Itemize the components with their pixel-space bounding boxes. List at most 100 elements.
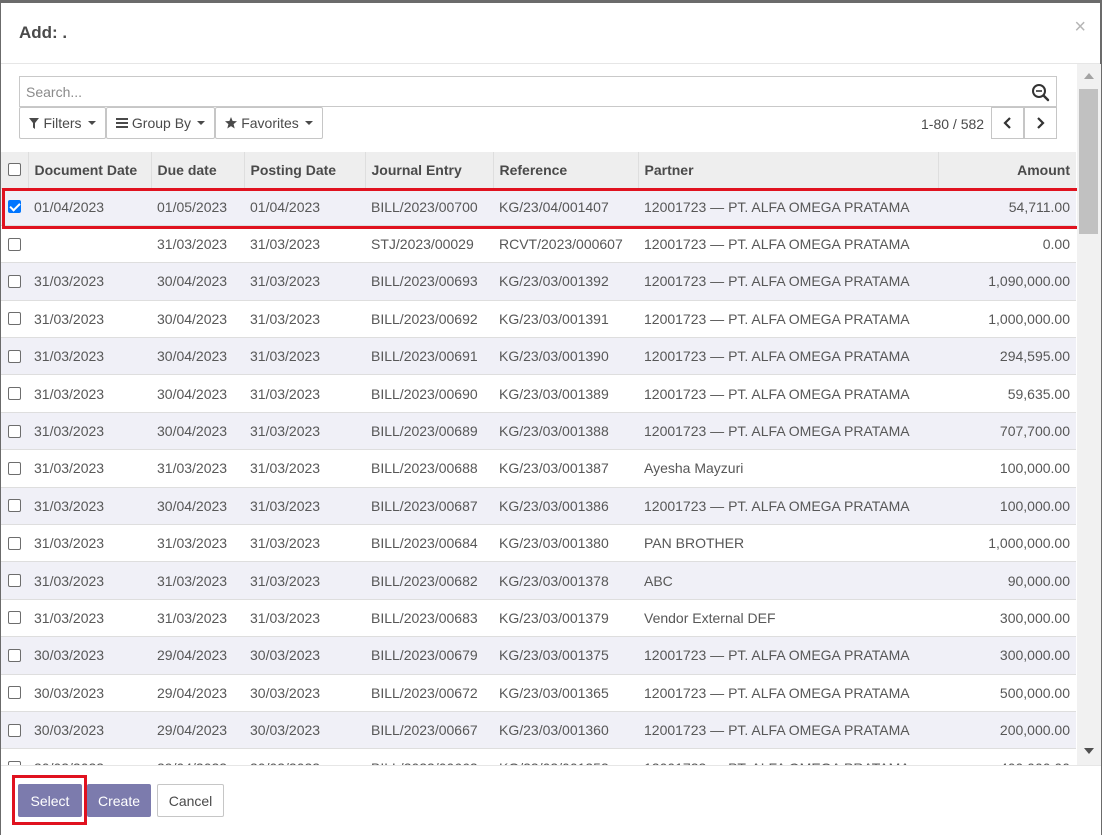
table-row[interactable]: 31/03/2023 30/04/2023 31/03/2023 BILL/2023/…: [1, 262, 1076, 301]
row-checkbox-cell: [1, 450, 28, 487]
cell-posting-date: 31/03/2023: [250, 609, 321, 626]
scroll-down-icon[interactable]: [1084, 748, 1094, 754]
row-checkbox[interactable]: [8, 686, 21, 700]
cell-document-date: 31/03/2023: [34, 497, 105, 514]
row-checkbox[interactable]: [8, 424, 21, 438]
row-checkbox[interactable]: [8, 461, 21, 475]
cell-amount: 54,711.00: [1008, 198, 1070, 215]
table-row[interactable]: 30/03/202329/04/202330/03/2023BILL/2023/…: [1, 748, 1076, 765]
column-header-reference[interactable]: Reference: [493, 152, 639, 188]
row-checkbox[interactable]: [8, 200, 21, 214]
row-checkbox-cell: [1, 749, 28, 765]
cell-reference: KG/23/03/001360: [499, 722, 609, 739]
pager-value[interactable]: 1-80 / 582: [921, 116, 984, 132]
row-checkbox[interactable]: [8, 349, 21, 363]
vertical-scrollbar[interactable]: [1077, 64, 1101, 766]
search-input[interactable]: [20, 77, 1056, 106]
column-header-partner[interactable]: Partner: [638, 152, 939, 188]
row-checkbox[interactable]: [8, 387, 21, 401]
cell-partner: 12001723 — PT. ALFA OMEGA PRATAMA: [644, 385, 910, 402]
select-button[interactable]: Select: [18, 784, 82, 817]
select-all-cell: [1, 152, 29, 188]
row-checkbox[interactable]: [8, 648, 21, 662]
cell-posting-date: 31/03/2023: [250, 423, 321, 440]
table-row[interactable]: 31/03/2023 30/04/2023 31/03/2023 BILL/2023/…: [1, 300, 1076, 338]
table-row[interactable]: 31/03/2023 31/03/2023 31/03/2023 BILL/2023/…: [1, 599, 1076, 637]
close-icon[interactable]: ×: [1074, 17, 1086, 37]
cell-document-date: 31/03/2023: [34, 273, 105, 290]
cell-journal-entry: STJ/2023/00029: [371, 236, 474, 253]
table-row[interactable]: 31/03/2023 30/04/2023 31/03/2023 BILL/2023/…: [1, 337, 1076, 375]
cell-reference: KG/23/03/001392: [499, 273, 609, 290]
cell-partner: 12001723 — PT. ALFA OMEGA PRATAMA: [644, 273, 910, 290]
row-checkbox[interactable]: [8, 611, 21, 625]
cell-partner: 12001723 — PT. ALFA OMEGA PRATAMA: [644, 236, 910, 253]
scrollbar-thumb[interactable]: [1079, 89, 1098, 234]
caret-down-icon: [87, 121, 96, 125]
table-row[interactable]: 31/03/2023 31/03/2023 31/03/2023 BILL/2023/…: [1, 561, 1076, 600]
filters-label: Filters: [43, 115, 82, 131]
create-button[interactable]: Create: [87, 784, 151, 817]
table-body: 01/04/2023 01/05/2023 01/04/2023 BILL/2023/…: [1, 188, 1076, 765]
group-by-button[interactable]: Group By: [106, 107, 215, 139]
cell-document-date: 31/03/2023: [34, 310, 105, 327]
select-all-checkbox[interactable]: [8, 163, 21, 177]
cell-posting-date: 31/03/2023: [250, 273, 321, 290]
table-row[interactable]: 31/03/2023 30/04/2023 31/03/2023 BILL/2023/…: [1, 412, 1076, 450]
cell-partner: 12001723 — PT. ALFA OMEGA PRATAMA: [644, 198, 910, 215]
cell-posting-date: 31/03/2023: [250, 497, 321, 514]
filters-button[interactable]: Filters: [19, 107, 106, 139]
search-icon[interactable]: [1031, 83, 1050, 105]
row-checkbox-cell: [1, 562, 28, 599]
cell-reference: KG/23/03/001386: [499, 497, 609, 514]
cell-document-date: 31/03/2023: [34, 535, 105, 552]
row-checkbox-cell: [1, 525, 28, 562]
row-checkbox[interactable]: [8, 237, 21, 251]
cell-due-date: 31/03/2023: [157, 236, 228, 253]
table-row[interactable]: 31/03/2023 31/03/2023 31/03/2023 BILL/2023/…: [1, 524, 1076, 562]
row-checkbox-cell: [1, 599, 28, 636]
row-checkbox[interactable]: [8, 274, 21, 288]
table-row[interactable]: 30/03/202329/04/202330/03/2023BILL/2023/…: [1, 711, 1076, 749]
cell-reference: KG/23/03/001353: [493, 749, 638, 765]
column-header-journal-entry[interactable]: Journal Entry: [365, 152, 494, 188]
column-header-amount[interactable]: Amount: [938, 152, 1076, 188]
row-checkbox[interactable]: [8, 574, 21, 588]
cell-posting-date: 31/03/2023: [250, 535, 321, 552]
scroll-up-icon[interactable]: [1084, 73, 1094, 79]
cell-posting-date: 30/03/2023: [250, 722, 321, 739]
column-header-due-date[interactable]: Due date: [151, 152, 245, 188]
table-row[interactable]: 31/03/2023 30/04/2023 31/03/2023 BILL/2023/…: [1, 374, 1076, 413]
cell-partner: 12001723 — PT. ALFA OMEGA PRATAMA: [644, 348, 910, 365]
table-row[interactable]: 31/03/2023 30/04/2023 31/03/2023 BILL/2023/…: [1, 487, 1076, 525]
cancel-button[interactable]: Cancel: [157, 784, 224, 817]
cell-due-date: 29/04/2023: [157, 722, 228, 739]
row-checkbox-cell: [1, 300, 28, 337]
column-header-document-date[interactable]: Document Date: [28, 152, 152, 188]
row-checkbox[interactable]: [8, 536, 21, 550]
cell-journal-entry: BILL/2023/00682: [371, 572, 478, 589]
cell-journal-entry: BILL/2023/00700: [371, 198, 478, 215]
row-checkbox[interactable]: [8, 499, 21, 513]
row-checkbox[interactable]: [8, 312, 21, 326]
pager-previous-button[interactable]: [991, 107, 1024, 139]
cell-amount: 200,000.00: [999, 722, 1070, 739]
cell-due-date: 30/04/2023: [157, 348, 228, 365]
cell-due-date: 31/03/2023: [157, 609, 228, 626]
table-row[interactable]: 31/03/2023 31/03/2023 STJ/2023/00029 RCVT/2…: [1, 225, 1076, 263]
row-checkbox[interactable]: [8, 723, 21, 737]
table-row[interactable]: 30/03/202329/04/202330/03/2023BILL/2023/…: [1, 674, 1076, 712]
table-row[interactable]: 31/03/2023 31/03/2023 31/03/2023 BILL/2023/…: [1, 449, 1076, 488]
star-icon: [225, 117, 238, 129]
cell-document-date: 30/03/2023: [34, 684, 105, 701]
cell-posting-date: 31/03/2023: [250, 310, 321, 327]
cell-document-date: 01/04/2023: [34, 198, 105, 215]
column-header-posting-date[interactable]: Posting Date: [244, 152, 366, 188]
table-row[interactable]: 01/04/2023 01/05/2023 01/04/2023 BILL/2023/…: [1, 188, 1076, 226]
favorites-button[interactable]: Favorites: [215, 107, 323, 139]
cell-reference: RCVT/2023/000607: [499, 236, 623, 253]
table-row[interactable]: 30/03/202329/04/202330/03/2023BILL/2023/…: [1, 636, 1076, 675]
pager-next-button[interactable]: [1024, 107, 1057, 139]
search-bar: [19, 76, 1057, 107]
cell-journal-entry: BILL/2023/00689: [371, 423, 478, 440]
